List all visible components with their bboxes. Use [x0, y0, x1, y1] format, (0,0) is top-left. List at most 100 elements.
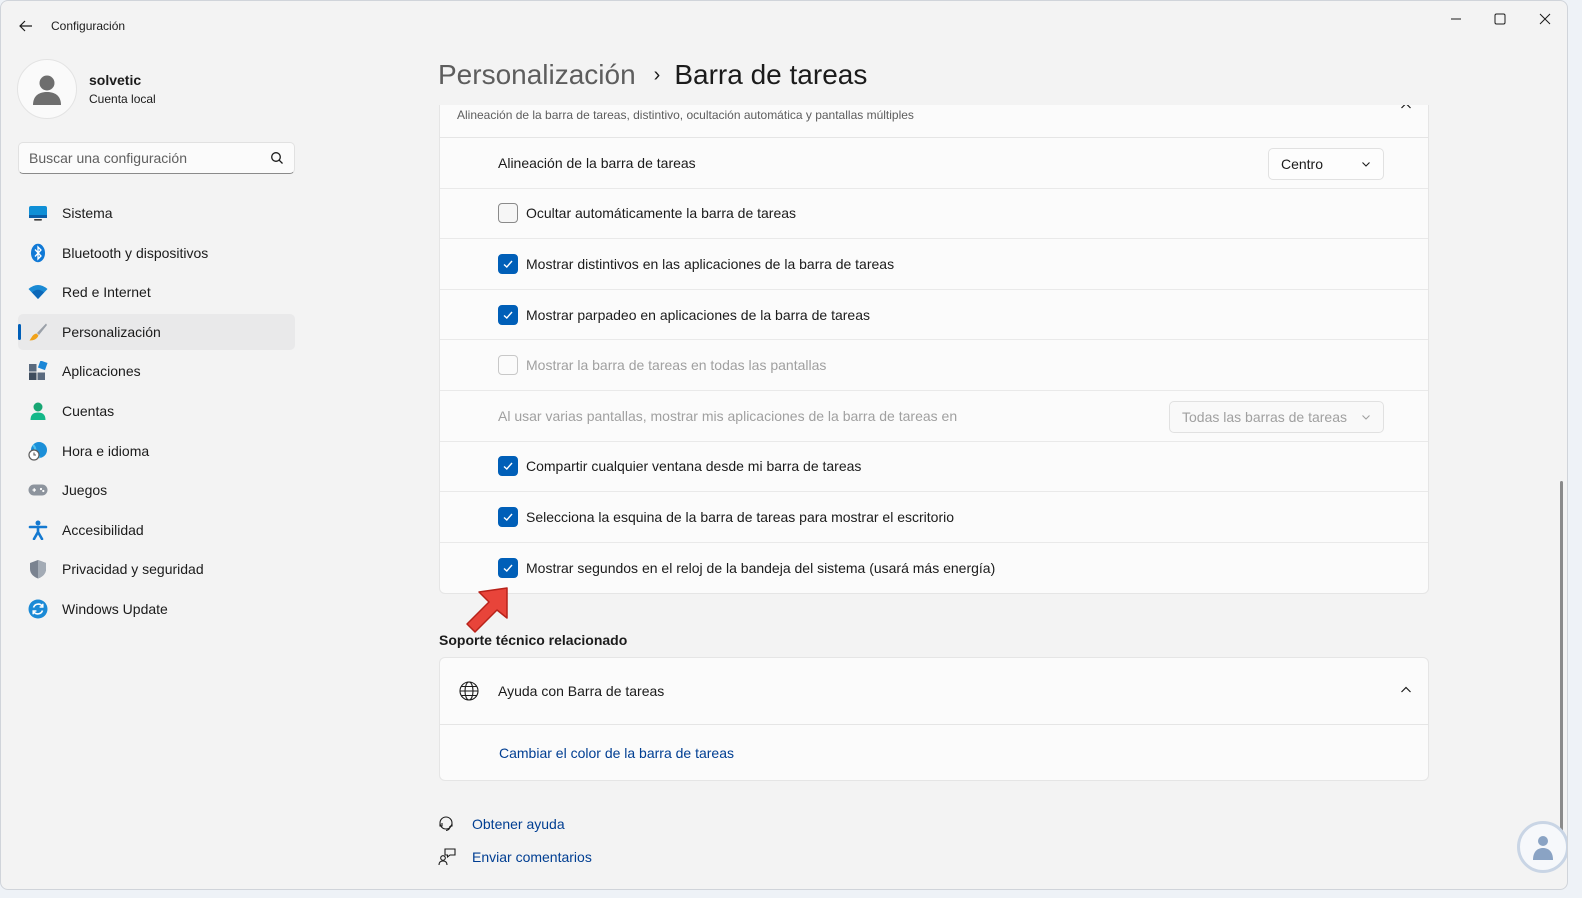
sidebar-item-red[interactable]: Red e Internet — [18, 274, 295, 310]
autohide-checkbox[interactable] — [498, 203, 518, 224]
taskbar-behaviors-card: Alineación de la barra de tareas, distin… — [439, 105, 1429, 595]
multi-display-label: Al usar varias pantallas, mostrar mis ap… — [498, 407, 958, 424]
flashing-row[interactable]: Mostrar parpadeo en aplicaciones de la b… — [440, 290, 1428, 341]
sidebar-item-personalizacion[interactable]: Personalización — [18, 313, 295, 350]
taskbar-behaviors-header[interactable]: Alineación de la barra de tareas, distin… — [440, 105, 1428, 138]
show-desktop-row[interactable]: Selecciona la esquina de la barra de tar… — [440, 492, 1428, 543]
change-taskbar-color-link[interactable]: Cambiar el color de la barra de tareas — [499, 745, 734, 761]
close-icon — [1539, 13, 1551, 25]
sidebar-item-label: Cuentas — [62, 402, 115, 419]
alignment-row: Alineación de la barra de tareas Centro — [440, 138, 1428, 189]
title-bar: Configuración — [1, 1, 1567, 49]
breadcrumb-parent[interactable]: Personalización — [438, 59, 636, 91]
help-title: Ayuda con Barra de tareas — [498, 683, 665, 699]
badges-label: Mostrar distintivos en las aplicaciones … — [526, 255, 895, 272]
show-seconds-checkbox[interactable] — [498, 558, 518, 579]
red-arrow-annotation — [466, 587, 508, 633]
sidebar-item-hora[interactable]: Hora e idioma — [18, 433, 295, 469]
monitor-icon — [28, 203, 48, 223]
get-help-label: Obtener ayuda — [472, 816, 565, 832]
bluetooth-icon — [28, 243, 48, 263]
checkmark-icon — [503, 513, 513, 521]
multi-display-dropdown: Todas las barras de tareas — [1169, 400, 1384, 433]
search-box[interactable] — [18, 142, 295, 174]
all-displays-label: Mostrar la barra de tareas en todas las … — [526, 357, 827, 374]
autohide-row[interactable]: Ocultar automáticamente la barra de tare… — [440, 189, 1428, 240]
help-card: Ayuda con Barra de tareas Cambiar el col… — [439, 657, 1429, 781]
gamepad-icon — [28, 480, 48, 500]
scrollbar[interactable] — [1560, 481, 1563, 833]
sidebar-item-windows-update[interactable]: Windows Update — [18, 591, 295, 627]
badges-row[interactable]: Mostrar distintivos en las aplicaciones … — [440, 239, 1428, 290]
sidebar-item-label: Juegos — [62, 482, 108, 499]
chevron-up-icon[interactable] — [1400, 105, 1412, 112]
sidebar-item-label: Red e Internet — [62, 284, 151, 301]
sidebar-item-sistema[interactable]: Sistema — [18, 195, 295, 231]
wifi-icon — [28, 282, 48, 302]
maximize-button[interactable] — [1477, 5, 1523, 33]
sidebar-item-accesibilidad[interactable]: Accesibilidad — [18, 512, 295, 548]
help-link-row: Cambiar el color de la barra de tareas — [440, 725, 1428, 780]
person-icon — [28, 401, 48, 421]
minimize-icon — [1451, 18, 1461, 20]
close-button[interactable] — [1522, 5, 1567, 33]
alignment-label: Alineación de la barra de tareas — [498, 154, 696, 171]
chevron-up-icon[interactable] — [1400, 684, 1412, 696]
flashing-label: Mostrar parpadeo en aplicaciones de la b… — [526, 306, 870, 323]
share-window-checkbox[interactable] — [498, 456, 518, 477]
paintbrush-icon — [28, 322, 48, 342]
checkmark-icon — [503, 564, 513, 573]
shield-icon — [28, 559, 48, 579]
sidebar-item-bluetooth[interactable]: Bluetooth y dispositivos — [18, 235, 295, 271]
globe-clock-icon — [28, 441, 48, 461]
send-feedback-label: Enviar comentarios — [472, 849, 592, 865]
sidebar-item-label: Hora e idioma — [62, 442, 150, 459]
flashing-checkbox[interactable] — [498, 304, 518, 325]
sidebar-item-label: Personalización — [62, 323, 161, 340]
user-profile[interactable]: solvetic Cuenta local — [17, 59, 156, 119]
back-arrow-icon — [19, 20, 32, 32]
all-displays-checkbox — [498, 355, 518, 376]
update-icon — [28, 599, 48, 619]
badges-checkbox[interactable] — [498, 253, 518, 274]
profile-account-type: Cuenta local — [89, 92, 156, 106]
globe-icon — [459, 681, 479, 701]
content-pane: Alineación de la barra de tareas, distin… — [438, 105, 1430, 889]
checkmark-icon — [503, 311, 513, 319]
maximize-icon — [1494, 13, 1506, 25]
get-help-link[interactable]: Obtener ayuda — [438, 815, 565, 833]
person-icon — [1533, 836, 1553, 860]
breadcrumb-separator: › — [653, 63, 661, 86]
sidebar-item-aplicaciones[interactable]: Aplicaciones — [18, 353, 295, 389]
watermark-logo — [1517, 821, 1567, 873]
back-button[interactable] — [13, 13, 39, 39]
sidebar-item-label: Windows Update — [62, 600, 168, 617]
all-displays-row: Mostrar la barra de tareas en todas las … — [440, 340, 1428, 391]
show-seconds-label: Mostrar segundos en el reloj de la bande… — [526, 560, 996, 577]
sidebar-item-juegos[interactable]: Juegos — [18, 472, 295, 508]
checkmark-icon — [503, 260, 513, 268]
sidebar-item-label: Privacidad y seguridad — [62, 561, 204, 578]
show-desktop-checkbox[interactable] — [498, 506, 518, 527]
sidebar-item-label: Accesibilidad — [62, 521, 144, 538]
share-window-row[interactable]: Compartir cualquier ventana desde mi bar… — [440, 442, 1428, 493]
multi-display-value: Todas las barras de tareas — [1182, 408, 1347, 425]
chevron-down-icon — [1362, 162, 1370, 167]
sidebar-item-cuentas[interactable]: Cuentas — [18, 393, 295, 429]
sidebar-item-privacidad[interactable]: Privacidad y seguridad — [18, 551, 295, 587]
multi-display-row: Al usar varias pantallas, mostrar mis ap… — [440, 391, 1428, 442]
help-header[interactable]: Ayuda con Barra de tareas — [440, 658, 1428, 725]
get-help-icon — [438, 815, 458, 833]
alignment-dropdown[interactable]: Centro — [1267, 148, 1384, 180]
user-avatar-icon — [33, 75, 61, 105]
apps-icon — [28, 361, 48, 381]
alignment-value: Centro — [1280, 156, 1323, 172]
minimize-button[interactable] — [1433, 5, 1479, 33]
send-feedback-link[interactable]: Enviar comentarios — [438, 848, 592, 866]
sidebar-item-label: Bluetooth y dispositivos — [62, 244, 209, 261]
sidebar-nav: Sistema Bluetooth y dispositivos Red e I… — [18, 195, 295, 631]
chevron-down-icon — [1362, 415, 1370, 420]
profile-name: solvetic — [89, 72, 142, 88]
search-input[interactable] — [19, 143, 259, 173]
show-seconds-row[interactable]: Mostrar segundos en el reloj de la bande… — [440, 543, 1428, 594]
